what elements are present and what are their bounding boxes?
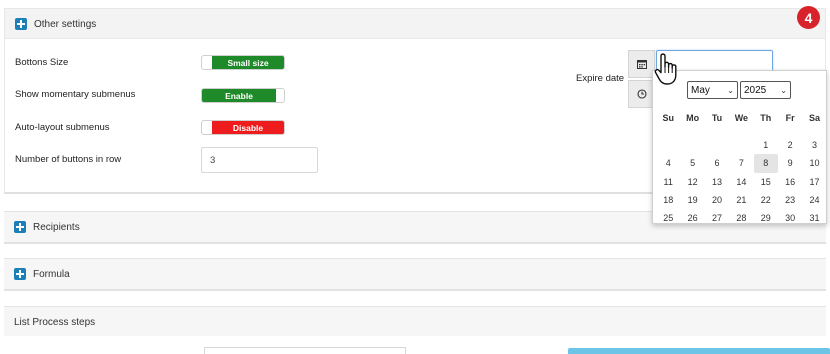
buttons-in-row-input[interactable]: 3 (201, 147, 318, 173)
calendar-day[interactable]: 17 (802, 173, 826, 191)
recipients-title: Recipients (33, 221, 80, 233)
calendar-day[interactable]: 27 (705, 209, 729, 227)
momentary-submenus-value: Enable (202, 89, 276, 102)
process-step-input[interactable] (204, 347, 406, 354)
calendar-day[interactable]: 15 (754, 173, 778, 191)
auto-layout-toggle[interactable]: Disable (201, 120, 285, 135)
calendar-day[interactable]: 1 (754, 136, 778, 154)
calendar-day[interactable]: 23 (778, 191, 802, 209)
other-settings-title: Other settings (34, 18, 97, 30)
auto-layout-label: Auto-layout submenus (15, 122, 110, 133)
auto-layout-value: Disable (212, 121, 284, 134)
empty-day-cell (656, 136, 680, 154)
calendar-day[interactable]: 9 (778, 154, 802, 172)
other-settings-header[interactable] (5, 9, 825, 39)
list-process-steps-panel: List Process steps (4, 306, 826, 336)
calendar-day[interactable]: 26 (680, 209, 704, 227)
process-step-action-button[interactable] (568, 348, 830, 354)
calendar-day[interactable]: 3 (802, 136, 826, 154)
buttons-in-row-label: Number of buttons in row (15, 154, 122, 165)
plus-square-icon[interactable] (14, 268, 26, 280)
chevron-down-icon: ⌄ (727, 85, 734, 95)
plus-square-icon[interactable] (15, 18, 27, 30)
calendar-day[interactable]: 14 (729, 173, 753, 191)
calendar-day[interactable]: 29 (754, 209, 778, 227)
calendar-day[interactable]: 25 (656, 209, 680, 227)
weekday-label: Th (760, 113, 772, 123)
buttons-size-toggle[interactable]: Small size (201, 55, 285, 70)
date-addon-button[interactable] (628, 50, 655, 78)
momentary-submenus-toggle[interactable]: Enable (201, 88, 285, 103)
calendar-day[interactable]: 13 (705, 173, 729, 191)
calendar-day[interactable]: 24 (802, 191, 826, 209)
weekday-label: Tu (711, 113, 723, 123)
calendar-day[interactable]: 10 (802, 154, 826, 172)
weekday-label: Sa (809, 113, 821, 123)
weekday-label: Fr (785, 113, 795, 123)
calendar-day[interactable]: 5 (680, 154, 704, 172)
calendar-day[interactable]: 30 (778, 209, 802, 227)
calendar-icon (636, 60, 647, 69)
calendar-day[interactable]: 31 (802, 209, 826, 227)
weekday-label: We (734, 113, 749, 123)
empty-day-cell (705, 136, 729, 154)
expire-date-label: Expire date (576, 73, 625, 84)
clock-icon (636, 89, 647, 99)
other-settings-heading[interactable]: Other settings (15, 9, 96, 39)
weekday-header: Su Mo Tu We Th Fr Sa (653, 113, 826, 123)
buttons-size-label: Bottons Size (15, 57, 69, 68)
datepicker-popup: May ⌄ 2025 ⌄ Su Mo Tu We Th Fr Sa 1 2 3 4 5 6 7 8 9 10 1… (652, 70, 827, 224)
calendar-day[interactable]: 4 (656, 154, 680, 172)
calendar-day[interactable]: 21 (729, 191, 753, 209)
formula-heading[interactable]: Formula (14, 259, 70, 289)
weekday-label: Mo (686, 113, 700, 123)
calendar-day[interactable]: 12 (680, 173, 704, 191)
calendar-day-today[interactable]: 8 (753, 154, 778, 173)
step-badge: 4 (797, 6, 820, 29)
chevron-down-icon: ⌄ (780, 85, 787, 95)
month-select-value: May (691, 84, 710, 96)
momentary-submenus-label: Show momentary submenus (15, 89, 136, 100)
calendar-day[interactable]: 7 (729, 154, 753, 172)
calendar-day[interactable]: 20 (705, 191, 729, 209)
recipients-heading[interactable]: Recipients (14, 212, 80, 242)
weekday-label: Su (662, 113, 674, 123)
calendar-day[interactable]: 28 (729, 209, 753, 227)
year-select-value: 2025 (744, 84, 767, 96)
calendar-day[interactable]: 19 (680, 191, 704, 209)
calendar-day[interactable]: 11 (656, 173, 680, 191)
formula-panel: Formula (4, 258, 826, 291)
day-grid: 1 2 3 4 5 6 7 8 9 10 11 12 13 14 15 16 17 18 19 20 21 22 23 24 2… (653, 136, 826, 227)
year-select[interactable]: 2025 ⌄ (740, 81, 791, 99)
calendar-day[interactable]: 2 (778, 136, 802, 154)
month-select[interactable]: May ⌄ (687, 81, 738, 99)
calendar-day[interactable]: 22 (754, 191, 778, 209)
calendar-day[interactable]: 16 (778, 173, 802, 191)
list-process-steps-title: List Process steps (14, 316, 96, 328)
plus-square-icon[interactable] (14, 221, 26, 233)
time-addon-button[interactable] (628, 80, 655, 108)
formula-title: Formula (33, 268, 70, 280)
calendar-day[interactable]: 6 (705, 154, 729, 172)
calendar-day[interactable]: 18 (656, 191, 680, 209)
hand-pointer-icon (654, 53, 677, 85)
empty-day-cell (729, 136, 753, 154)
buttons-size-value: Small size (212, 56, 284, 69)
empty-day-cell (680, 136, 704, 154)
